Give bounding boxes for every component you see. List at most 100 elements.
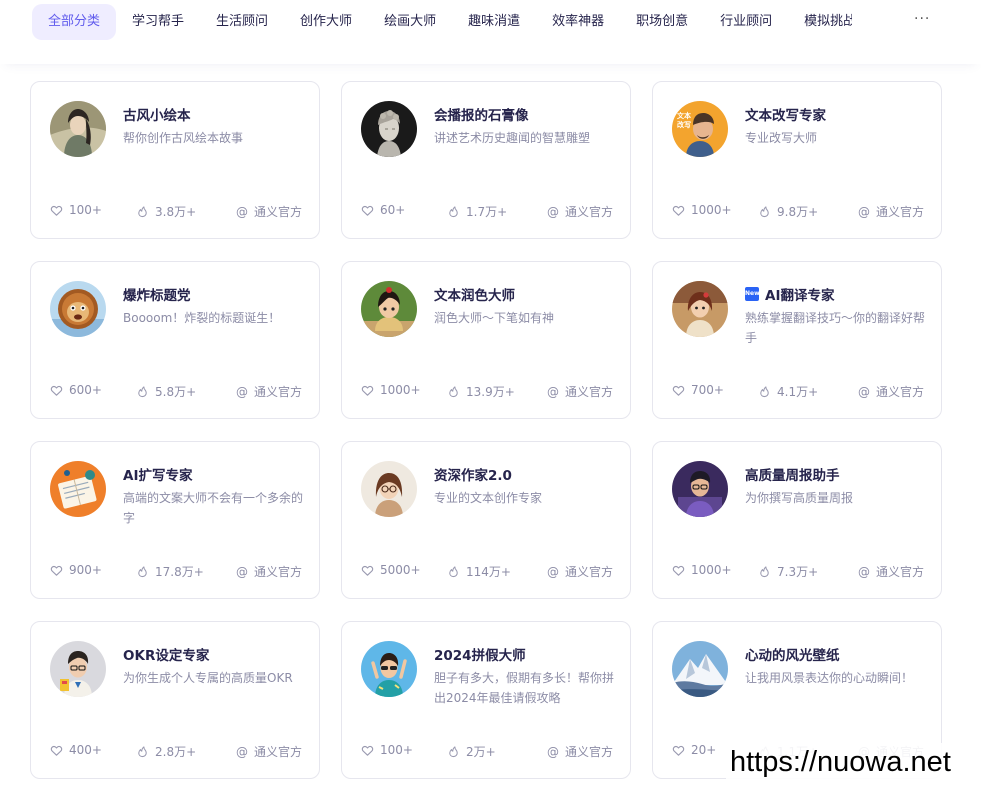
- usage-count-value: 2万+: [466, 745, 496, 759]
- assistant-card-5[interactable]: 文本润色大师 润色大师～下笔如有神 1000+ 13.9万+ @ 通义官方: [341, 261, 631, 419]
- usage-count: 2万+: [447, 743, 496, 760]
- assistant-stats: 700+ 4.1万+ @ 通义官方: [672, 383, 924, 401]
- assistant-description: 高端的文案大师不会有一个多余的字: [123, 491, 304, 525]
- assistant-stats: 1000+ 9.8万+ @ 通义官方: [672, 203, 924, 221]
- usage-count: 7.3万+: [758, 563, 818, 580]
- plaster-statue-avatar: [361, 101, 417, 157]
- assistant-card-2[interactable]: 会播报的石膏像 讲述艺术历史趣闻的智慧雕塑 60+ 1.7万+ @ 通义官方: [341, 81, 631, 239]
- usage-count: 1.7万+: [447, 203, 507, 220]
- like-count-value: 600+: [69, 383, 102, 397]
- at-icon: @: [857, 384, 870, 399]
- more-tabs-button[interactable]: ···: [914, 4, 930, 40]
- like-count[interactable]: 100+: [361, 743, 413, 757]
- usage-count: 3.8万+: [136, 203, 196, 220]
- usage-count: 17.8万+: [136, 563, 204, 580]
- assistant-card-3[interactable]: 文本 改写 文本改写专家 专业改写大师 1000+ 9.8万+ @ 通义官方: [652, 81, 942, 239]
- author: @ 通义官方: [547, 383, 613, 400]
- tab-all-categories[interactable]: 全部分类: [32, 4, 117, 40]
- like-count[interactable]: 1000+: [361, 383, 421, 397]
- assistant-title-text: 资深作家2.0: [434, 468, 512, 484]
- at-icon: @: [857, 564, 870, 579]
- author: @ 通义官方: [858, 203, 924, 220]
- assistant-card-4[interactable]: 爆炸标题党 Boooom！炸裂的标题诞生！ 600+ 5.8万+ @ 通义官方: [30, 261, 320, 419]
- like-count-value: 1000+: [691, 563, 732, 577]
- heart-icon: [672, 745, 685, 756]
- writer-girl-avatar: [361, 281, 417, 337]
- fire-icon: [449, 566, 458, 578]
- heart-icon: [50, 745, 63, 756]
- assistant-card-1[interactable]: 古风小绘本 帮你创作古风绘本故事 100+ 3.8万+ @ 通义官方: [30, 81, 320, 239]
- assistant-card-6[interactable]: New AI翻译专家 熟练掌握翻译技巧～你的翻译好帮手 700+ 4.1万+ @ …: [652, 261, 942, 419]
- assistant-stats: 60+ 1.7万+ @ 通义官方: [361, 203, 613, 221]
- assistant-description: 讲述艺术历史趣闻的智慧雕塑: [434, 131, 591, 145]
- tab-workplace-ideas[interactable]: 职场创意: [620, 4, 704, 40]
- assistant-description: 让我用风景表达你的心动瞬间！: [745, 671, 914, 685]
- like-count[interactable]: 5000+: [361, 563, 421, 577]
- fire-icon: [138, 206, 147, 218]
- usage-count-value: 17.8万+: [155, 565, 204, 579]
- at-icon: @: [546, 564, 559, 579]
- mountain-avatar: [672, 641, 728, 697]
- tab-life-advisor[interactable]: 生活顾问: [200, 4, 284, 40]
- usage-count: 13.9万+: [447, 383, 515, 400]
- heart-icon: [672, 385, 685, 396]
- tab-creation-master[interactable]: 创作大师: [284, 4, 368, 40]
- assistant-title: 心动的风光壁纸: [745, 644, 840, 664]
- author-name: 通义官方: [875, 565, 924, 579]
- tab-fun-pastime[interactable]: 趣味消遣: [452, 4, 536, 40]
- assistant-stats: 1000+ 7.3万+ @ 通义官方: [672, 563, 924, 581]
- assistant-card-7[interactable]: AI扩写专家 高端的文案大师不会有一个多余的字 900+ 17.8万+ @ 通义…: [30, 441, 320, 599]
- like-count[interactable]: 20+: [672, 743, 716, 757]
- fire-icon: [449, 746, 458, 758]
- assistant-title: AI扩写专家: [123, 464, 192, 484]
- office-worker-avatar: [672, 461, 728, 517]
- heart-icon: [50, 565, 63, 576]
- assistant-title: New AI翻译专家: [745, 284, 834, 304]
- author: @ 通义官方: [858, 383, 924, 400]
- at-icon: @: [546, 744, 559, 759]
- like-count-value: 100+: [69, 203, 102, 217]
- assistant-title-text: AI扩写专家: [123, 468, 193, 484]
- assistant-card-10[interactable]: OKR设定专家 为你生成个人专属的高质量OKR 400+ 2.8万+ @ 通义官…: [30, 621, 320, 779]
- okr-man-avatar: [50, 641, 106, 697]
- like-count[interactable]: 1000+: [672, 563, 732, 577]
- fire-icon: [760, 386, 769, 398]
- assistant-card-9[interactable]: 高质量周报助手 为你撰写高质量周报 1000+ 7.3万+ @ 通义官方: [652, 441, 942, 599]
- author-name: 通义官方: [564, 745, 613, 759]
- like-count-value: 60+: [380, 203, 406, 217]
- author-name: 通义官方: [875, 205, 924, 219]
- at-icon: @: [857, 204, 870, 219]
- heart-icon: [672, 205, 685, 216]
- tab-industry-advisor[interactable]: 行业顾问: [704, 4, 788, 40]
- like-count[interactable]: 100+: [50, 203, 102, 217]
- tab-painting-master[interactable]: 绘画大师: [368, 4, 452, 40]
- tab-simulation-challenge[interactable]: 模拟挑战: [788, 4, 852, 40]
- like-count[interactable]: 600+: [50, 383, 102, 397]
- author-name: 通义官方: [253, 385, 302, 399]
- tab-efficiency-tools[interactable]: 效率神器: [536, 4, 620, 40]
- like-count[interactable]: 1000+: [672, 203, 732, 217]
- author-name: 通义官方: [253, 745, 302, 759]
- assistant-card-8[interactable]: 资深作家2.0 专业的文本创作专家 5000+ 114万+ @ 通义官方: [341, 441, 631, 599]
- assistant-title-text: 爆炸标题党: [123, 288, 191, 304]
- usage-count-value: 1.7万+: [466, 205, 508, 219]
- assistant-title-text: 古风小绘本: [123, 108, 191, 124]
- at-icon: @: [235, 204, 248, 219]
- author-name: 通义官方: [564, 565, 613, 579]
- assistant-stats: 100+ 2万+ @ 通义官方: [361, 743, 613, 761]
- like-count[interactable]: 400+: [50, 743, 102, 757]
- like-count-value: 1000+: [691, 203, 732, 217]
- assistant-card-11[interactable]: 2024拼假大师 胆子有多大，假期有多长！帮你拼出2024年最佳请假攻略 100…: [341, 621, 631, 779]
- usage-count-value: 5.8万+: [155, 385, 197, 399]
- like-count[interactable]: 900+: [50, 563, 102, 577]
- assistant-description: 润色大师～下笔如有神: [434, 311, 555, 325]
- assistant-title: 资深作家2.0: [434, 464, 512, 484]
- heart-icon: [361, 205, 374, 216]
- like-count-value: 400+: [69, 743, 102, 757]
- tab-study-helper[interactable]: 学习帮手: [116, 4, 200, 40]
- like-count[interactable]: 700+: [672, 383, 724, 397]
- like-count[interactable]: 60+: [361, 203, 405, 217]
- assistant-description: 专业改写大师: [745, 131, 818, 145]
- category-tab-bar: 全部分类 学习帮手 生活顾问 创作大师 绘画大师 趣味消遣 效率神器 职场创意 …: [0, 0, 981, 64]
- translator-avatar: [672, 281, 728, 337]
